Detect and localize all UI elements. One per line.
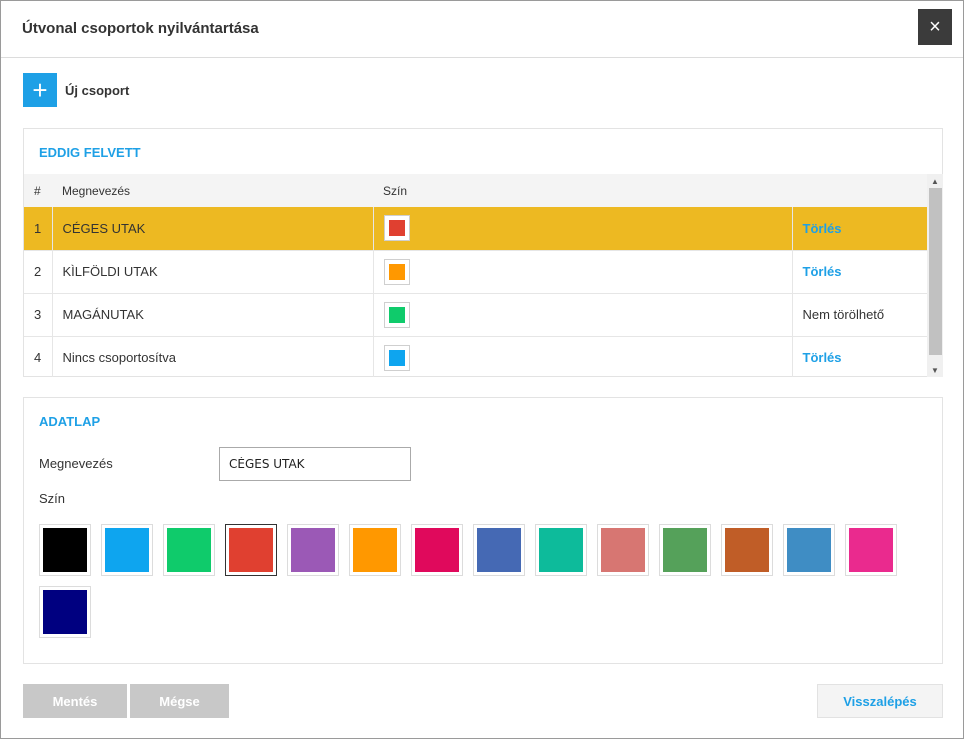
delete-link[interactable]: Törlés — [792, 207, 927, 250]
color-option[interactable] — [845, 524, 897, 576]
row-number: 4 — [24, 336, 53, 377]
column-header-action — [792, 174, 927, 207]
group-table: # Megnevezés Szín 1 CÉGES UTAK Törlés 2 KÌLF… — [24, 174, 927, 377]
new-group-button[interactable]: + Új csoport — [23, 73, 129, 107]
delete-link[interactable]: Törlés — [792, 250, 927, 293]
row-color-swatch — [383, 344, 410, 371]
row-color-swatch — [383, 301, 410, 328]
color-option[interactable] — [225, 524, 277, 576]
row-color-swatch — [383, 258, 410, 285]
color-swatch-fill — [388, 263, 405, 280]
row-color-swatch — [383, 215, 410, 242]
dialog-title: Útvonal csoportok nyilvántartása — [22, 20, 259, 37]
color-option[interactable] — [411, 524, 463, 576]
color-option[interactable] — [473, 524, 525, 576]
color-option[interactable] — [721, 524, 773, 576]
color-option[interactable] — [101, 524, 153, 576]
color-option-fill — [43, 528, 87, 572]
table-row[interactable]: 3 MAGÁNUTAK Nem törölhető — [24, 293, 927, 336]
delete-link[interactable]: Törlés — [792, 336, 927, 377]
color-option[interactable] — [783, 524, 835, 576]
color-swatch-fill — [388, 349, 405, 366]
color-option-fill — [663, 528, 707, 572]
color-option[interactable] — [39, 524, 91, 576]
cancel-button[interactable]: Mégse — [130, 684, 229, 718]
column-header-name: Megnevezés — [62, 183, 131, 198]
name-field-label: Megnevezés — [39, 456, 113, 471]
color-option-fill — [787, 528, 831, 572]
color-option-fill — [415, 528, 459, 572]
row-number: 2 — [24, 250, 53, 293]
dialog-window: Útvonal csoportok nyilvántartása × + Új … — [0, 0, 964, 739]
color-option-fill — [167, 528, 211, 572]
color-option-fill — [353, 528, 397, 572]
dialog-titlebar: Útvonal csoportok nyilvántartása × — [1, 1, 963, 58]
color-swatch-fill — [388, 306, 405, 323]
row-name: Nincs csoportosítva — [52, 336, 374, 377]
group-list-panel: EDDIG FELVETT # Megnevezés Szín 1 CÉGES … — [23, 128, 943, 377]
color-option-fill — [105, 528, 149, 572]
color-option[interactable] — [597, 524, 649, 576]
scroll-down-arrow-icon[interactable]: ▼ — [927, 363, 943, 377]
color-option-fill — [539, 528, 583, 572]
color-option-fill — [725, 528, 769, 572]
row-name: CÉGES UTAK — [52, 207, 374, 250]
column-header-color: Szín — [383, 183, 408, 198]
close-button[interactable]: × — [918, 9, 952, 45]
scrollbar-thumb[interactable] — [929, 188, 942, 355]
form-heading: ADATLAP — [39, 414, 101, 429]
color-option[interactable] — [39, 586, 91, 638]
color-option-fill — [477, 528, 521, 572]
row-color-cell — [373, 293, 793, 336]
color-option[interactable] — [163, 524, 215, 576]
group-table-wrapper: # Megnevezés Szín 1 CÉGES UTAK Törlés 2 KÌLF… — [24, 174, 942, 377]
color-swatch-fill — [388, 220, 405, 237]
color-option-fill — [229, 528, 273, 572]
not-deletable-label: Nem törölhető — [802, 307, 885, 322]
new-group-label: Új csoport — [65, 82, 130, 98]
color-field-label: Szín — [39, 491, 66, 506]
color-option[interactable] — [349, 524, 401, 576]
row-number: 1 — [24, 207, 53, 250]
color-option[interactable] — [535, 524, 587, 576]
color-option-fill — [849, 528, 893, 572]
color-option[interactable] — [659, 524, 711, 576]
color-option-fill — [291, 528, 335, 572]
color-option-fill — [601, 528, 645, 572]
group-form-panel: ADATLAP Megnevezés Szín — [23, 397, 943, 664]
row-color-cell — [373, 250, 793, 293]
close-icon: × — [929, 16, 941, 38]
group-list-heading: EDDIG FELVETT — [39, 145, 141, 160]
row-color-cell — [373, 207, 793, 250]
row-number: 3 — [24, 293, 53, 336]
table-scrollbar[interactable]: ▲ ▼ — [927, 174, 943, 377]
back-button[interactable]: Visszalépés — [817, 684, 943, 718]
name-input[interactable] — [219, 447, 411, 481]
row-name: MAGÁNUTAK — [52, 293, 374, 336]
column-header-number: # — [34, 183, 41, 198]
color-option[interactable] — [287, 524, 339, 576]
plus-icon: + — [23, 73, 57, 107]
color-option-fill — [43, 590, 87, 634]
table-row[interactable]: 4 Nincs csoportosítva Törlés — [24, 336, 927, 377]
row-name: KÌLFÖLDI UTAK — [52, 250, 374, 293]
table-row[interactable]: 2 KÌLFÖLDI UTAK Törlés — [24, 250, 927, 293]
table-row[interactable]: 1 CÉGES UTAK Törlés — [24, 207, 927, 250]
row-color-cell — [373, 336, 793, 377]
save-button[interactable]: Mentés — [23, 684, 127, 718]
scroll-up-arrow-icon[interactable]: ▲ — [927, 174, 943, 188]
table-header-row: # Megnevezés Szín — [24, 174, 927, 207]
